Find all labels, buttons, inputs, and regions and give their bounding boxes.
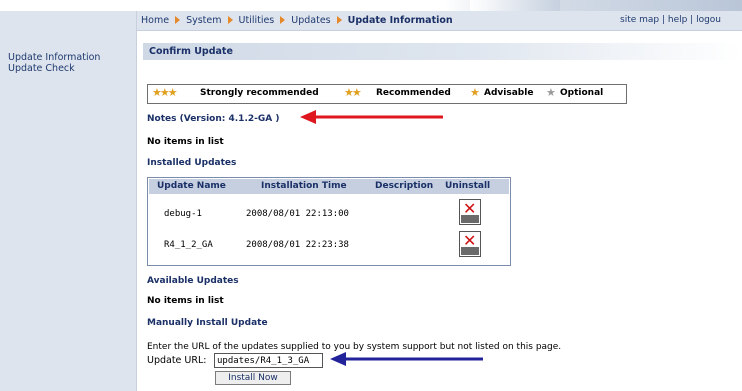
- breadcrumb-arrow-icon: [227, 16, 233, 24]
- sidebar-item-update-information[interactable]: Update Information: [8, 52, 100, 63]
- notes-title: Notes (Version: 4.1.2-GA ): [147, 114, 280, 124]
- row-2-name: R4_1_2_GA: [164, 240, 213, 250]
- row-1-time: 2008/08/01 22:13:00: [246, 209, 349, 219]
- legend-advisable: Advisable: [484, 88, 534, 98]
- legend-strongly-recommended: Strongly recommended: [200, 88, 319, 98]
- uninstall-button-row-2[interactable]: ✕: [459, 231, 481, 257]
- legend-optional: Optional: [560, 88, 604, 98]
- breadcrumb-home[interactable]: Home: [141, 15, 169, 26]
- manual-description: Enter the URL of the updates supplied to…: [147, 342, 562, 352]
- breadcrumb-bar: Home System Utilities Updates Update Informa…: [137, 11, 742, 31]
- notes-empty: No items in list: [147, 137, 224, 147]
- row-2-time: 2008/08/01 22:23:38: [246, 240, 349, 250]
- one-star-icon: ★: [470, 86, 480, 99]
- top-links[interactable]: site map | help | logou: [620, 15, 721, 25]
- legend-recommended: Recommended: [376, 88, 451, 98]
- installed-title: Installed Updates: [147, 158, 237, 168]
- red-arrow-icon: [300, 110, 443, 124]
- uninstall-button-row-1[interactable]: ✕: [459, 199, 481, 225]
- update-url-label: Update URL:: [147, 355, 207, 366]
- column-update-name: Update Name: [157, 181, 226, 191]
- breadcrumb-system[interactable]: System: [186, 15, 221, 26]
- section-title: Confirm Update: [149, 46, 233, 57]
- table-header: Update Name Installation Time Descriptio…: [149, 179, 509, 194]
- breadcrumb-updates[interactable]: Updates: [291, 15, 330, 26]
- column-installation-time: Installation Time: [261, 181, 347, 191]
- row-1-name: debug-1: [164, 209, 202, 219]
- update-url-input[interactable]: [214, 353, 323, 368]
- grey-star-icon: ★: [546, 86, 556, 99]
- manual-title: Manually Install Update: [147, 318, 268, 328]
- three-stars-icon: ★★★: [152, 86, 178, 99]
- top-band: [0, 0, 742, 11]
- breadcrumb-arrow-icon: [280, 16, 286, 24]
- blue-arrow-icon: [330, 352, 483, 366]
- breadcrumb-arrow-icon: [336, 16, 342, 24]
- breadcrumb-current: Update Information: [347, 15, 453, 26]
- installed-updates-table: Update Name Installation Time Descriptio…: [147, 177, 511, 266]
- breadcrumb-utilities[interactable]: Utilities: [239, 15, 275, 26]
- install-now-button[interactable]: Install Now: [215, 371, 291, 385]
- sidebar: Update Information Update Check: [0, 11, 137, 391]
- section-header: Confirm Update: [143, 43, 742, 60]
- sidebar-item-update-check[interactable]: Update Check: [8, 63, 75, 74]
- available-empty: No items in list: [147, 296, 224, 306]
- column-uninstall: Uninstall: [445, 181, 491, 191]
- two-stars-icon: ★★: [344, 86, 362, 99]
- legend-box: ★★★ Strongly recommended ★★ Recommended …: [147, 84, 627, 104]
- breadcrumb: Home System Utilities Updates Update Informa…: [141, 15, 453, 26]
- available-title: Available Updates: [147, 276, 239, 286]
- column-description: Description: [375, 181, 434, 191]
- breadcrumb-arrow-icon: [175, 16, 181, 24]
